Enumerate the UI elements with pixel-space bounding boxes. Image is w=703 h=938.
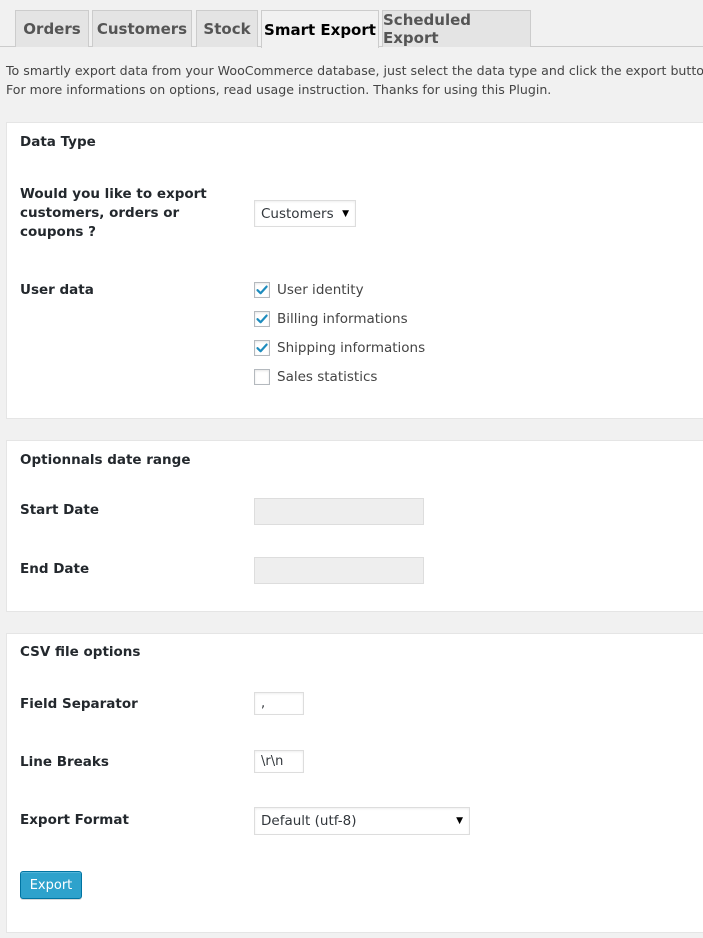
- tab-stock[interactable]: Stock: [196, 10, 258, 47]
- billing-informations-label: Billing informations: [277, 311, 408, 327]
- checkmark-icon: [256, 314, 268, 324]
- export-question-line-2: customers, orders or: [20, 205, 180, 221]
- field-separator-label: Field Separator: [20, 696, 138, 712]
- csv-options-title: CSV file options: [20, 644, 141, 660]
- dropdown-arrow-icon: ▼: [342, 208, 349, 219]
- export-question-line-1: Would you like to export: [20, 186, 207, 202]
- start-date-label: Start Date: [20, 502, 100, 518]
- option-billing-informations[interactable]: Billing informations: [254, 310, 408, 328]
- option-shipping-informations[interactable]: Shipping informations: [254, 339, 425, 357]
- tab-smart-export[interactable]: Smart Export: [261, 10, 379, 48]
- intro-line-1: To smartly export data from your WooComm…: [6, 63, 703, 78]
- export-format-label: Export Format: [20, 812, 129, 828]
- export-button[interactable]: Export: [20, 871, 82, 899]
- export-format-select[interactable]: Default (utf-8) ▼: [254, 807, 470, 835]
- data-type-selected-value: Customers: [261, 205, 334, 222]
- option-sales-statistics[interactable]: Sales statistics: [254, 368, 377, 386]
- data-type-title: Data Type: [20, 134, 96, 150]
- tab-customers[interactable]: Customers: [92, 10, 192, 47]
- checkbox-billing-informations[interactable]: [254, 311, 270, 327]
- checkbox-shipping-informations[interactable]: [254, 340, 270, 356]
- date-range-panel: Optionnals date range Start Date End Dat…: [6, 440, 703, 612]
- user-data-label: User data: [20, 282, 94, 298]
- end-date-input[interactable]: [254, 557, 424, 584]
- checkbox-user-identity[interactable]: [254, 282, 270, 298]
- tab-orders[interactable]: Orders: [15, 10, 89, 47]
- shipping-informations-label: Shipping informations: [277, 340, 426, 356]
- checkbox-sales-statistics[interactable]: [254, 369, 270, 385]
- date-range-title: Optionnals date range: [20, 452, 191, 468]
- checkmark-icon: [256, 343, 268, 353]
- tab-scheduled-export[interactable]: Scheduled Export: [382, 10, 531, 47]
- export-format-selected-value: Default (utf-8): [261, 813, 357, 829]
- dropdown-arrow-icon: ▼: [456, 816, 463, 826]
- data-type-panel: Data Type Would you like to export custo…: [6, 122, 703, 419]
- option-user-identity[interactable]: User identity: [254, 281, 364, 299]
- intro-text: To smartly export data from your WooComm…: [6, 61, 703, 99]
- user-identity-label: User identity: [277, 282, 364, 298]
- line-breaks-input[interactable]: \r\n: [254, 750, 304, 773]
- export-question-label: Would you like to export customers, orde…: [20, 185, 207, 242]
- checkmark-icon: [256, 285, 268, 295]
- start-date-input[interactable]: [254, 498, 424, 525]
- csv-options-panel: CSV file options Field Separator , Line …: [6, 633, 703, 933]
- intro-line-2: For more informations on options, read u…: [6, 82, 552, 97]
- tab-bar: Orders Customers Stock Smart Export Sche…: [0, 0, 703, 48]
- field-separator-input[interactable]: ,: [254, 692, 304, 715]
- data-type-select[interactable]: Customers ▼: [254, 200, 356, 227]
- sales-statistics-label: Sales statistics: [277, 369, 378, 385]
- export-question-line-3: coupons ?: [20, 224, 97, 240]
- end-date-label: End Date: [20, 561, 90, 577]
- line-breaks-label: Line Breaks: [20, 754, 109, 770]
